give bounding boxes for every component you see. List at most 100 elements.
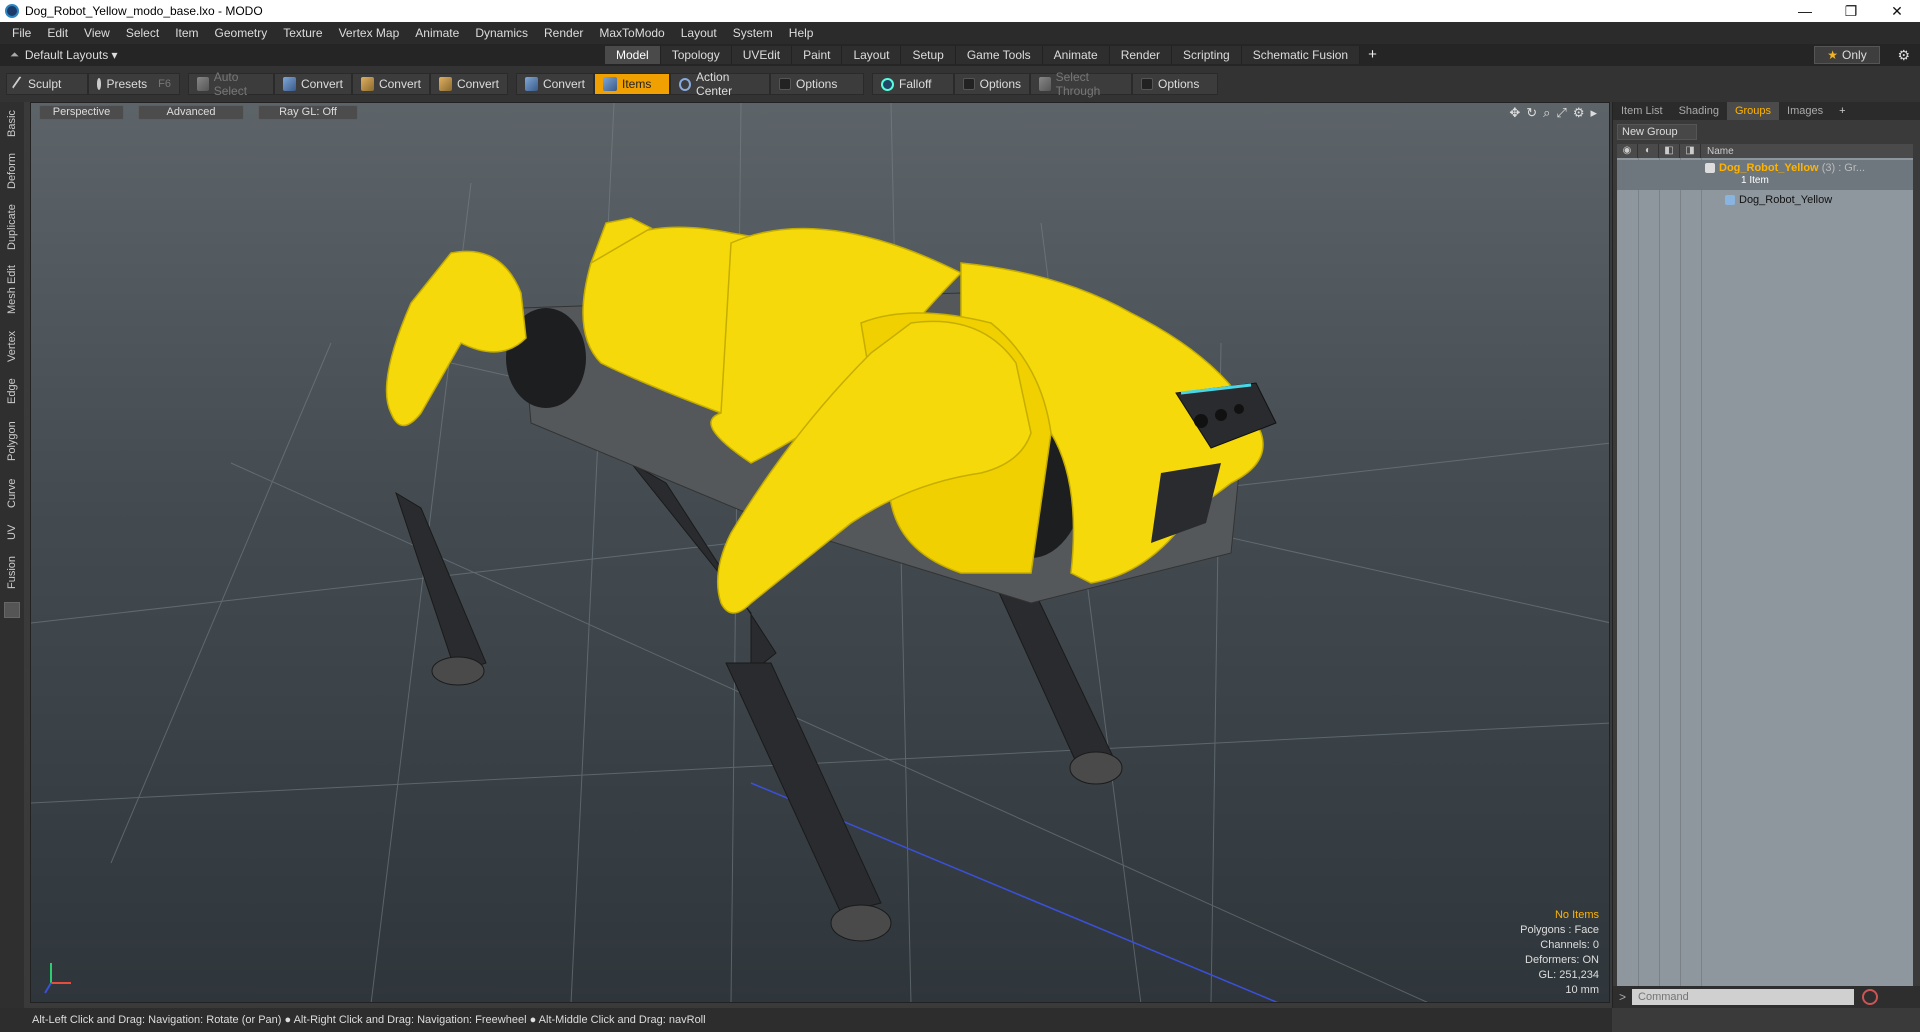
presets-button[interactable]: Presets F6	[88, 73, 180, 95]
action-center-button[interactable]: Action Center	[670, 70, 770, 98]
convert-polygon-icon	[439, 77, 452, 91]
minimize-button[interactable]: —	[1782, 0, 1828, 22]
convert-item-icon	[525, 77, 538, 91]
action-center-icon	[679, 77, 692, 91]
menu-edit[interactable]: Edit	[39, 22, 76, 44]
layout-tabs: Model Topology UVEdit Paint Layout Setup…	[605, 46, 1385, 64]
group-row[interactable]: Dog_Robot_Yellow (3) : Gr... 1 Item	[1617, 160, 1913, 190]
command-record-icon[interactable]	[1862, 989, 1879, 1005]
visibility-column-eye-icon[interactable]: ◉	[1617, 144, 1638, 158]
vtab-basic[interactable]: Basic	[0, 104, 24, 144]
raygl-button[interactable]: Ray GL: Off	[258, 105, 358, 120]
convert-button-4[interactable]: Convert	[516, 73, 594, 95]
viewport-gear-icon[interactable]: ⚙	[1573, 105, 1585, 121]
vtab-polygon[interactable]: Polygon	[0, 414, 24, 468]
tab-animate[interactable]: Animate	[1042, 46, 1110, 64]
tab-render[interactable]: Render	[1109, 46, 1173, 64]
select-through-options-button[interactable]: Options	[1132, 73, 1218, 95]
command-input[interactable]	[1632, 989, 1855, 1005]
tab-paint[interactable]: Paint	[792, 46, 843, 64]
auto-select-button[interactable]: Auto Select	[188, 70, 274, 98]
menu-texture[interactable]: Texture	[275, 22, 330, 44]
tab-groups[interactable]: Groups	[1726, 102, 1780, 120]
menu-item[interactable]: Item	[167, 22, 206, 44]
modo-app-icon	[5, 4, 19, 18]
convert-button-1[interactable]: Convert	[274, 73, 352, 95]
convert-vertex-icon	[283, 77, 296, 91]
vtab-mesh-edit[interactable]: Mesh Edit	[0, 260, 24, 320]
maximize-button[interactable]: ❐	[1828, 0, 1874, 22]
tab-shading[interactable]: Shading	[1671, 102, 1727, 120]
tab-images[interactable]: Images	[1779, 102, 1831, 120]
pan-icon[interactable]: ✥	[1509, 105, 1520, 121]
add-tab-plus-icon[interactable]: +	[1360, 46, 1385, 64]
vtab-duplicate[interactable]: Duplicate	[0, 198, 24, 256]
lock-column-icon[interactable]: ◧	[1659, 144, 1680, 158]
rotate-icon[interactable]: ↻	[1526, 105, 1537, 121]
expand-panel-icon[interactable]	[4, 602, 20, 618]
gear-icon[interactable]: ⚙	[1897, 46, 1910, 64]
tab-schematic-fusion[interactable]: Schematic Fusion	[1241, 46, 1361, 64]
vtab-fusion[interactable]: Fusion	[0, 550, 24, 594]
tab-layout[interactable]: Layout	[842, 46, 902, 64]
advanced-shading-button[interactable]: Advanced	[138, 105, 244, 120]
left-tool-tabs: Basic Deform Duplicate Mesh Edit Vertex …	[0, 102, 24, 1008]
menu-view[interactable]: View	[76, 22, 118, 44]
items-mode-button[interactable]: Items	[594, 73, 670, 95]
group-member-row[interactable]: Dog_Robot_Yellow	[1617, 192, 1913, 208]
only-toggle[interactable]: ★ Only	[1814, 46, 1880, 64]
vtab-edge[interactable]: Edge	[0, 372, 24, 410]
layout-selector[interactable]: ⏶ Default Layouts ▾	[0, 48, 118, 62]
convert-button-2[interactable]: Convert	[352, 73, 430, 95]
falloff-options-button[interactable]: Options	[954, 73, 1030, 95]
robot-yellow-shell	[385, 217, 1264, 614]
menu-animate[interactable]: Animate	[407, 22, 467, 44]
add-panel-tab-icon[interactable]: +	[1831, 102, 1853, 120]
select-through-button[interactable]: Select Through	[1030, 70, 1132, 98]
tab-topology[interactable]: Topology	[660, 46, 732, 64]
vtab-vertex[interactable]: Vertex	[0, 324, 24, 368]
select-through-icon	[1039, 77, 1051, 91]
command-history-chevron-icon[interactable]: >	[1619, 990, 1626, 1004]
action-center-options-button[interactable]: Options	[770, 73, 864, 95]
falloff-icon	[881, 77, 894, 91]
tab-setup[interactable]: Setup	[901, 46, 956, 64]
menu-select[interactable]: Select	[118, 22, 167, 44]
view-mode-button[interactable]: Perspective	[39, 105, 124, 120]
convert-label-3: Convert	[456, 77, 499, 91]
tab-model[interactable]: Model	[605, 46, 661, 64]
viewport-menu-arrow-icon[interactable]: ▸	[1590, 105, 1597, 121]
menu-geometry[interactable]: Geometry	[207, 22, 276, 44]
tab-item-list[interactable]: Item List	[1613, 102, 1671, 120]
falloff-button[interactable]: Falloff	[872, 73, 954, 95]
vtab-curve[interactable]: Curve	[0, 472, 24, 514]
zoom-icon[interactable]: ⌕	[1543, 105, 1550, 121]
scale-stat: 10 mm	[1565, 984, 1599, 996]
menu-system[interactable]: System	[725, 22, 781, 44]
tab-scripting[interactable]: Scripting	[1172, 46, 1242, 64]
vtab-deform[interactable]: Deform	[0, 148, 24, 194]
tab-uvedit[interactable]: UVEdit	[731, 46, 793, 64]
collapse-up-icon[interactable]: ⏶	[10, 49, 19, 62]
menu-maxtomodo[interactable]: MaxToModo	[591, 22, 672, 44]
menu-layout[interactable]: Layout	[673, 22, 725, 44]
menu-help[interactable]: Help	[781, 22, 822, 44]
select-column-icon[interactable]: ◨	[1680, 144, 1701, 158]
close-button[interactable]: ✕	[1874, 0, 1920, 22]
action-center-label: Action Center	[696, 70, 733, 98]
scene-render	[31, 103, 1609, 1002]
group-name: Dog_Robot_Yellow (3) : Gr...	[1719, 162, 1866, 174]
menu-dynamics[interactable]: Dynamics	[467, 22, 536, 44]
axis-gizmo	[44, 963, 71, 994]
vtab-uv[interactable]: UV	[0, 518, 24, 546]
sculpt-button[interactable]: Sculpt	[6, 73, 88, 95]
convert-button-3[interactable]: Convert	[430, 73, 508, 95]
maximize-viewport-icon[interactable]: ⤢	[1556, 105, 1566, 121]
render-column-icon[interactable]: ◐	[1638, 144, 1659, 158]
tab-game-tools[interactable]: Game Tools	[955, 46, 1043, 64]
new-group-button[interactable]: New Group	[1617, 124, 1697, 140]
menu-render[interactable]: Render	[536, 22, 591, 44]
menu-vertex-map[interactable]: Vertex Map	[331, 22, 408, 44]
menu-file[interactable]: File	[4, 22, 39, 44]
3d-viewport[interactable]: Perspective Advanced Ray GL: Off ✥ ↻ ⌕ ⤢…	[30, 102, 1610, 1003]
